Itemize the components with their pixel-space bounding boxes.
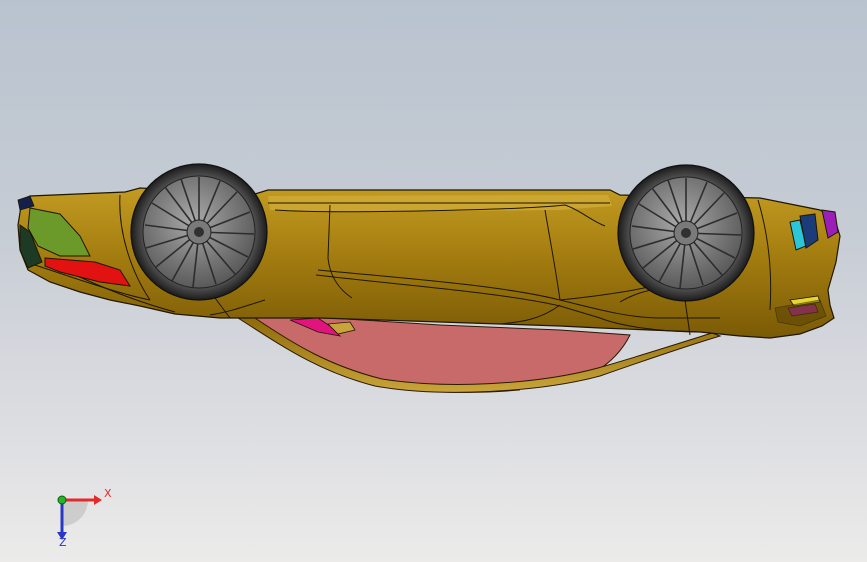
- x-axis-label: X: [104, 487, 112, 500]
- graphics-viewport[interactable]: X Z: [0, 0, 867, 562]
- front-wheel: [617, 164, 755, 302]
- triad-plane-shading: [62, 500, 88, 526]
- coordinate-triad: X Z: [57, 487, 112, 548]
- x-axis-arrow: [94, 495, 102, 505]
- y-axis-dot: [57, 495, 67, 505]
- car-model-3d[interactable]: [0, 0, 867, 562]
- z-axis-label: Z: [59, 536, 67, 548]
- rear-wheel: [130, 163, 268, 301]
